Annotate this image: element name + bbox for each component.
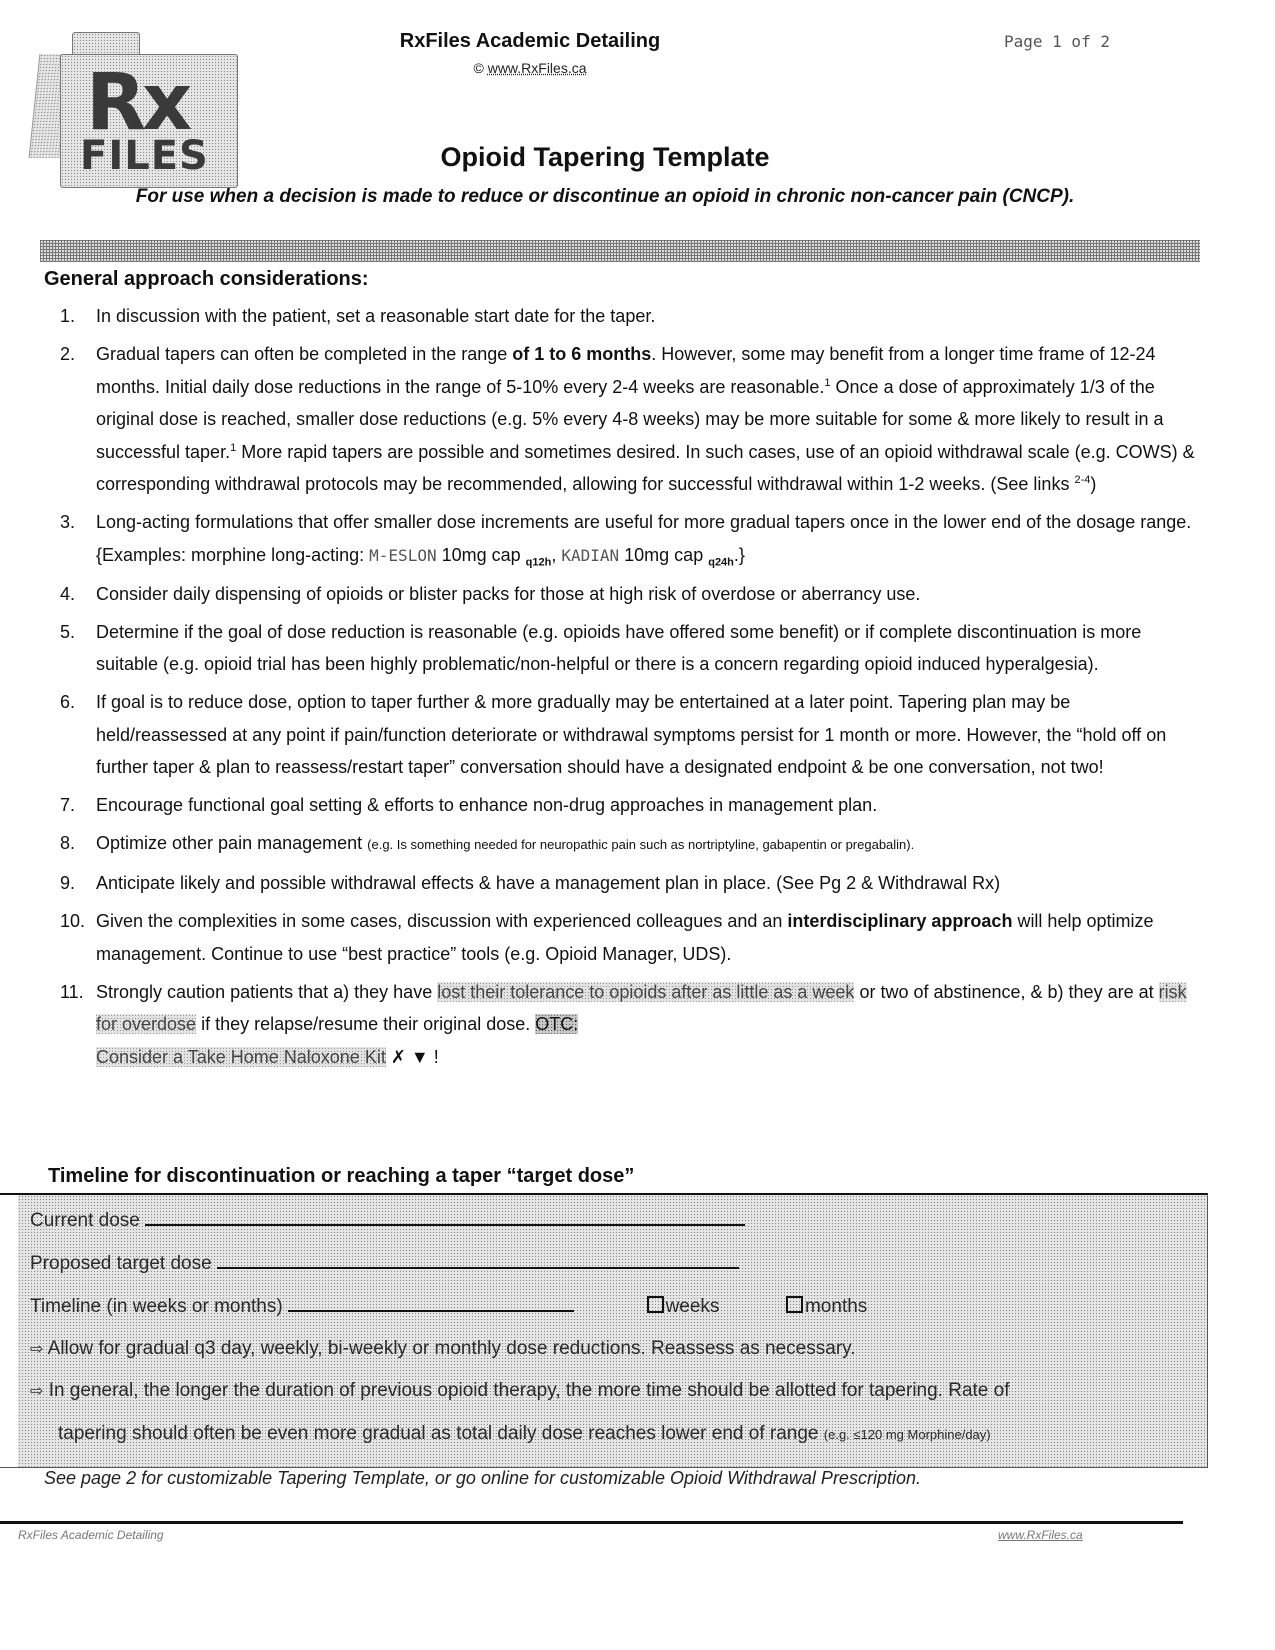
timeline-label: Timeline (in weeks or months) <box>30 1296 283 1317</box>
item-text: ! <box>428 1046 439 1067</box>
dosing-frequency: q24h <box>708 556 734 569</box>
reference-superscript: 2-4 <box>1074 474 1091 486</box>
note-row-3: tapering should often be even more gradu… <box>58 1423 991 1445</box>
footer-divider <box>0 1521 1183 1524</box>
copyright-symbol: © <box>473 60 484 76</box>
timeline-note: In general, the longer the duration of p… <box>48 1380 1010 1401</box>
list-item: 5. Determine if the goal of dose reducti… <box>52 616 1202 681</box>
considerations-list: 1. In discussion with the patient, set a… <box>52 300 1202 1079</box>
list-item: 9. Anticipate likely and possible withdr… <box>52 867 1202 900</box>
item-text: In discussion with the patient, set a re… <box>96 306 656 326</box>
timeline-note-example: (e.g. ≤120 mg Morphine/day) <box>823 1427 991 1442</box>
current-dose-label: Current dose <box>30 1210 140 1231</box>
item-text: 10mg cap <box>436 544 526 565</box>
item-text: Strongly caution patients that a) they h… <box>96 981 438 1002</box>
list-item: 11. Strongly caution patients that a) th… <box>52 976 1202 1074</box>
see-page-2-note: See page 2 for customizable Tapering Tem… <box>44 1468 921 1488</box>
timeline-field[interactable] <box>288 1296 574 1312</box>
list-item: 6. If goal is to reduce dose, option to … <box>52 686 1202 784</box>
item-number: 3. <box>60 512 76 532</box>
section-divider-band <box>40 240 1200 262</box>
item-number: 5. <box>60 621 76 642</box>
item-number: 1. <box>60 306 76 326</box>
arrow-right-icon: ⇨ <box>30 1339 44 1358</box>
list-item: 4. Consider daily dispensing of opioids … <box>52 578 1202 611</box>
organization-name: RxFiles Academic Detailing <box>399 30 661 52</box>
item-number: 6. <box>60 692 76 712</box>
weeks-checkbox[interactable] <box>646 1296 664 1313</box>
brand-name: M-ESLON <box>369 545 437 565</box>
target-dose-row: Proposed target dose <box>30 1253 739 1275</box>
item-number: 8. <box>60 833 76 853</box>
item-text: Consider daily dispensing of opioids or … <box>96 583 921 604</box>
item-text: Gradual tapers can often be completed in… <box>96 344 513 364</box>
copyright-line: © www.RxFiles.ca <box>0 60 1060 76</box>
document-title: Opioid Tapering Template <box>440 142 770 172</box>
item-text: Optimize other pain management <box>96 833 368 853</box>
item-text: Anticipate likely and possible withdrawa… <box>96 873 1001 893</box>
timeline-note: Allow for gradual q3 day, weekly, bi-wee… <box>47 1338 856 1359</box>
list-item: 8. Optimize other pain management (e.g. … <box>52 827 1202 862</box>
arrow-right-icon: ⇨ <box>30 1381 44 1400</box>
weeks-option-label: weeks <box>665 1296 720 1317</box>
item-text: .} <box>733 544 745 565</box>
timeline-form-box: Current dose Proposed target dose Timeli… <box>0 1193 1208 1468</box>
highlighted-warning: lost their tolerance to opioids after as… <box>437 981 855 1002</box>
item-text: Encourage functional goal setting & effo… <box>96 795 878 815</box>
list-item: 3. Long-acting formulations that offer s… <box>52 506 1202 572</box>
timeline-form-background: Current dose Proposed target dose Timeli… <box>18 1195 1207 1467</box>
page-indicator: Page 1 of 2 <box>1004 32 1110 51</box>
item-text: or two of abstinence, & b) they are at <box>854 981 1159 1002</box>
item-text: if they relapse/resume their original do… <box>196 1014 536 1034</box>
brand-name: KADIAN <box>561 545 620 565</box>
note-row-2: ⇨ In general, the longer the duration of… <box>30 1380 1010 1402</box>
item-emphasis: of 1 to 6 months <box>512 344 652 364</box>
item-text: , <box>551 544 562 565</box>
dosing-frequency: q12h <box>525 556 552 569</box>
item-text: 10mg cap <box>619 544 709 565</box>
current-dose-field[interactable] <box>145 1210 746 1226</box>
item-text: ) <box>1090 474 1097 494</box>
item-number: 4. <box>60 583 76 604</box>
item-text: Determine if the goal of dose reduction … <box>96 621 1142 675</box>
item-emphasis: interdisciplinary approach <box>787 911 1013 931</box>
item-text: More rapid tapers are possible and somet… <box>96 441 1195 495</box>
list-item: 7. Encourage functional goal setting & e… <box>52 789 1202 822</box>
footer-website-link[interactable]: www.RxFiles.ca <box>998 1528 1083 1542</box>
target-dose-label: Proposed target dose <box>30 1253 212 1274</box>
current-dose-row: Current dose <box>30 1210 746 1232</box>
item-number: 11. <box>60 981 84 1002</box>
website-link[interactable]: www.RxFiles.ca <box>488 60 587 76</box>
item-number: 2. <box>60 344 76 364</box>
item-number: 10. <box>60 911 86 931</box>
naloxone-symbols-icon: ✗ ▼ <box>390 1046 429 1067</box>
months-option-label: months <box>804 1296 868 1317</box>
document-subtitle: For use when a decision is made to reduc… <box>135 186 1075 207</box>
logo-rx-text: Rx <box>86 58 192 148</box>
general-approach-heading: General approach considerations: <box>44 268 369 290</box>
list-item: 1. In discussion with the patient, set a… <box>52 300 1202 333</box>
item-text: If goal is to reduce dose, option to tap… <box>96 692 1167 777</box>
target-dose-field[interactable] <box>216 1253 739 1269</box>
timeline-row: Timeline (in weeks or months) weeks mont… <box>30 1296 867 1318</box>
item-small-note: (e.g. Is something needed for neuropathi… <box>367 837 915 852</box>
timeline-note: tapering should often be even more gradu… <box>58 1423 824 1444</box>
timeline-heading: Timeline for discontinuation or reaching… <box>48 1165 635 1187</box>
note-row-1: ⇨ Allow for gradual q3 day, weekly, bi-w… <box>30 1338 856 1360</box>
item-number: 7. <box>60 795 76 815</box>
naloxone-kit-link[interactable]: Consider a Take Home Naloxone Kit <box>96 1046 386 1067</box>
months-checkbox[interactable] <box>785 1296 803 1313</box>
list-item: 10. Given the complexities in some cases… <box>52 905 1202 970</box>
item-text: Given the complexities in some cases, di… <box>96 911 788 931</box>
otc-label: OTC: <box>535 1014 579 1034</box>
item-number: 9. <box>60 873 76 893</box>
footer-organization: RxFiles Academic Detailing <box>18 1528 164 1542</box>
list-item: 2. Gradual tapers can often be completed… <box>52 338 1202 501</box>
